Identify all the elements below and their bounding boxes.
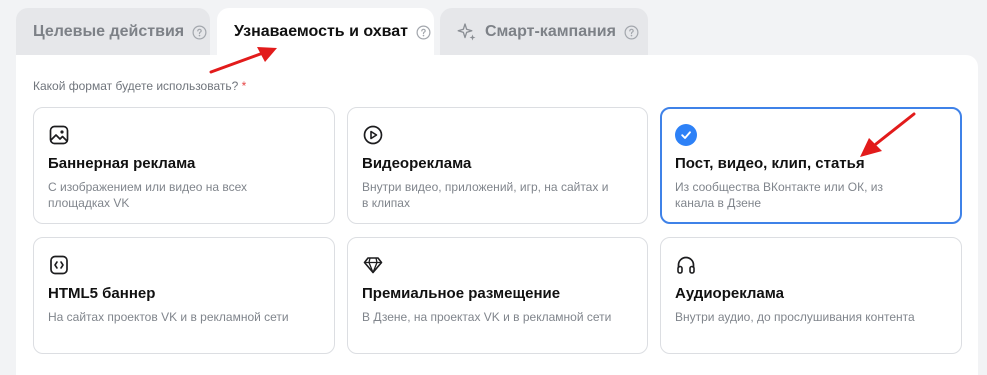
format-title: Аудиореклама xyxy=(675,285,785,302)
check-circle-icon xyxy=(675,124,697,146)
format-description: Внутри аудио, до прослушивания контента xyxy=(675,310,915,324)
tab-label: Смарт-кампания xyxy=(485,23,616,40)
format-card-audio[interactable]: Аудиореклама Внутри аудио, до прослушива… xyxy=(660,237,962,354)
tab-target-actions[interactable]: Целевые действия xyxy=(16,8,210,56)
format-title: HTML5 баннер xyxy=(48,285,156,302)
help-icon[interactable] xyxy=(624,25,639,40)
play-circle-icon xyxy=(363,125,383,145)
format-title: Премиальное размещение xyxy=(362,285,561,302)
format-description: Из сообщества ВКонтакте или ОК, из канал… xyxy=(675,180,883,210)
format-title: Баннерная реклама xyxy=(48,155,196,172)
format-description: В Дзене, на проектах VK и в рекламной се… xyxy=(362,310,612,324)
tab-label: Узнаваемость и охват xyxy=(234,23,408,40)
diamond-icon xyxy=(363,257,383,274)
html5-icon xyxy=(50,255,68,275)
format-title: Видеореклама xyxy=(362,155,472,172)
format-card-premium[interactable]: Премиальное размещение В Дзене, на проек… xyxy=(347,237,648,354)
format-question: Какой формат будете использовать? * xyxy=(33,79,246,93)
format-title: Пост, видео, клип, статья xyxy=(675,155,865,172)
format-card-banner[interactable]: Баннерная реклама С изображением или вид… xyxy=(33,107,335,224)
help-icon[interactable] xyxy=(192,25,207,40)
required-mark: * xyxy=(241,79,247,93)
format-card-video[interactable]: Видеореклама Внутри видео, приложений, и… xyxy=(347,107,648,224)
format-tabs: Целевые действия Узнаваемость и охват См… xyxy=(0,0,987,56)
format-description: На сайтах проектов VK и в рекламной сети xyxy=(48,310,289,324)
tab-awareness-reach[interactable]: Узнаваемость и охват xyxy=(217,8,434,56)
tab-smart-campaign[interactable]: Смарт-кампания xyxy=(440,8,648,56)
sparkle-icon xyxy=(457,23,476,41)
format-description: С изображением или видео на всех площадк… xyxy=(48,180,248,210)
tab-label: Целевые действия xyxy=(33,23,185,40)
format-description: Внутри видео, приложений, игр, на сайтах… xyxy=(362,180,609,210)
help-icon[interactable] xyxy=(416,25,431,40)
question-text: Какой формат будете использовать? xyxy=(33,79,239,93)
format-card-html5[interactable]: HTML5 баннер На сайтах проектов VK и в р… xyxy=(33,237,335,354)
headphones-icon xyxy=(677,256,695,274)
format-card-post[interactable]: Пост, видео, клип, статья Из сообщества … xyxy=(660,107,962,224)
image-icon xyxy=(49,125,69,145)
